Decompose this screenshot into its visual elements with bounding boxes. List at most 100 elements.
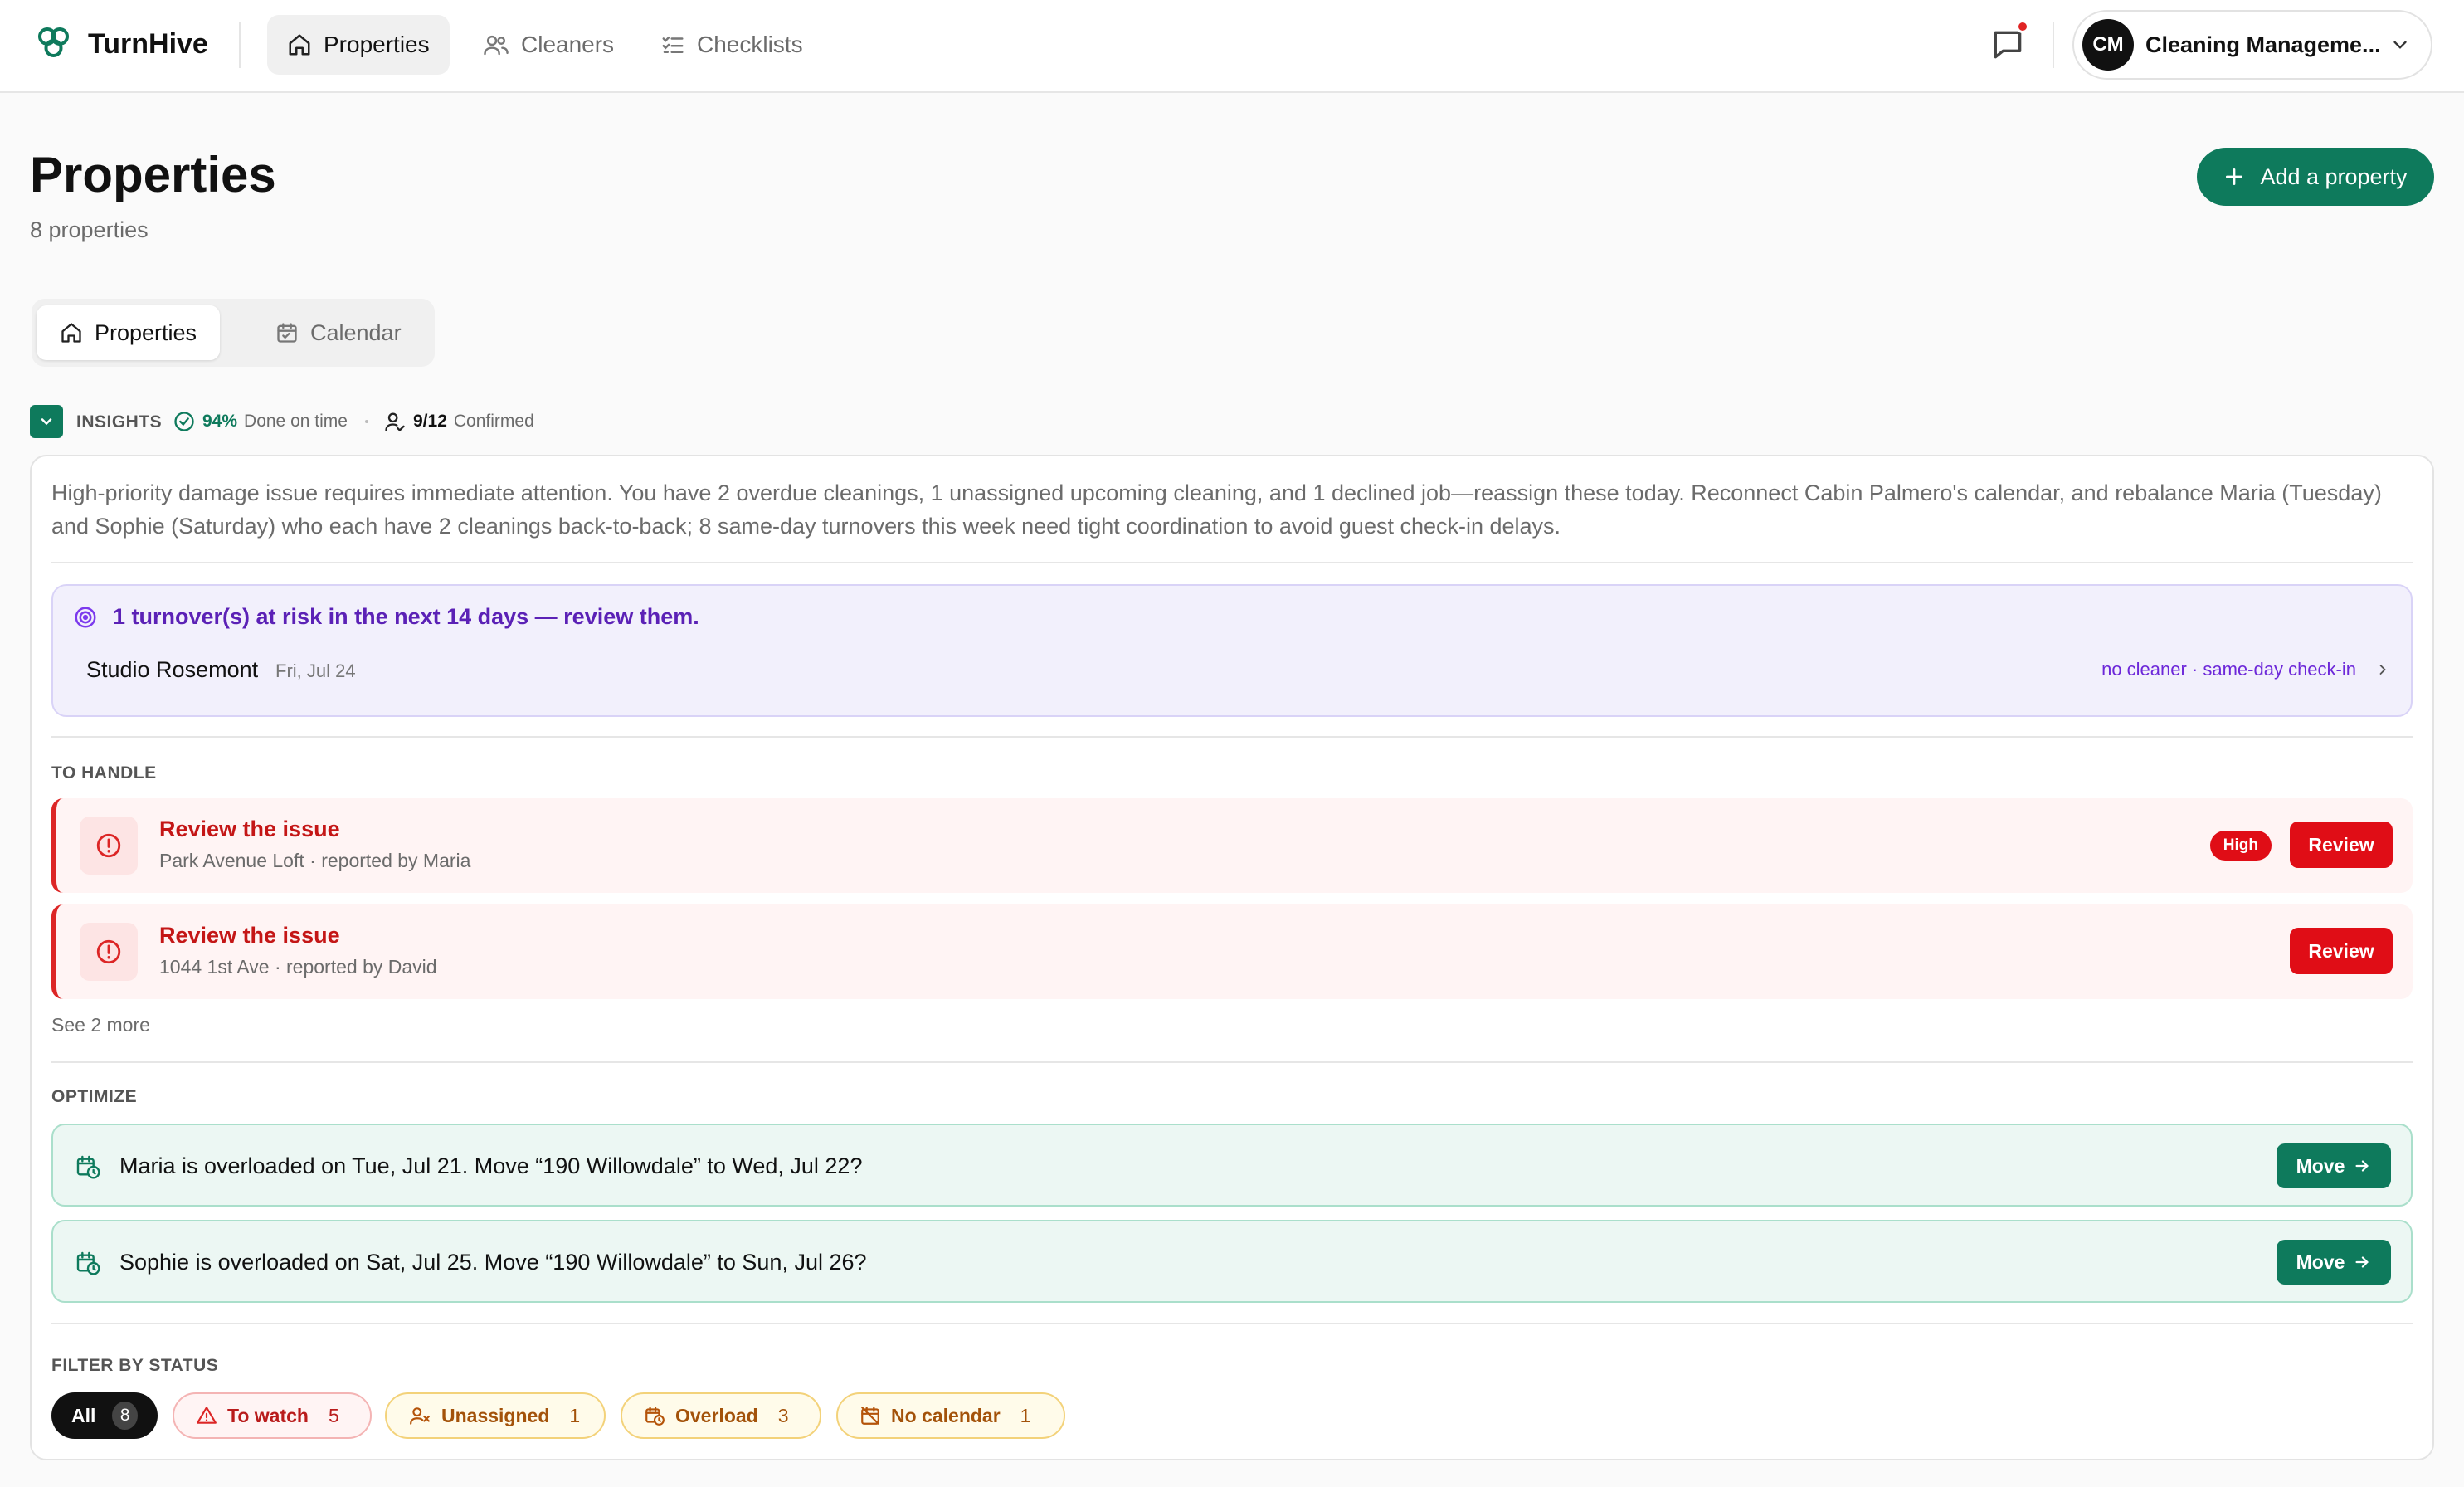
alert-circle-icon — [80, 817, 138, 875]
risk-tags-text: no cleaner · same-day check-in — [2101, 659, 2356, 680]
optimize-suggestion: Sophie is overloaded on Sat, Jul 25. Mov… — [51, 1220, 2413, 1303]
optimize-label: OPTIMIZE — [51, 1087, 138, 1106]
check-circle-icon — [173, 410, 202, 433]
confirmed-value: 9/12 — [413, 412, 447, 431]
filter-chip-to-watch[interactable]: To watch 5 — [173, 1392, 372, 1439]
filter-chip-no-calendar[interactable]: No calendar 1 — [836, 1392, 1065, 1439]
divider — [51, 736, 2413, 738]
chip-count: 3 — [777, 1404, 789, 1426]
account-name: Cleaning Manageme... — [2145, 32, 2381, 57]
nav-properties[interactable]: Properties — [267, 15, 450, 75]
divider — [51, 1061, 2413, 1063]
divider — [2053, 22, 2054, 68]
calendar-clock-icon — [75, 1153, 101, 1180]
add-property-label: Add a property — [2260, 163, 2408, 189]
divider — [51, 562, 2413, 563]
tab-label: Calendar — [310, 319, 402, 345]
divider — [239, 22, 241, 68]
chip-label: No calendar — [891, 1404, 1001, 1426]
turnhive-logo-icon — [33, 23, 75, 65]
chip-count: 1 — [1020, 1404, 1031, 1426]
alert-circle-icon — [80, 923, 138, 981]
review-button[interactable]: Review — [2290, 822, 2393, 868]
notification-dot — [2016, 20, 2029, 33]
optimize-text: Maria is overloaded on Tue, Jul 21. Move… — [119, 1153, 863, 1178]
divider-dot — [365, 420, 368, 423]
on-time-stat: 94% Done on time — [173, 410, 348, 433]
priority-badge: High — [2209, 831, 2272, 861]
checklist-icon — [660, 32, 697, 57]
nav-checklists[interactable]: Checklists — [640, 15, 823, 75]
confirmed-stat: 9/12 Confirmed — [383, 410, 534, 433]
insights-summary: High-priority damage issue requires imme… — [51, 480, 2382, 539]
view-toggle: Properties Calendar — [32, 299, 435, 367]
filter-label: FILTER BY STATUS — [51, 1356, 219, 1375]
task-item[interactable]: Review the issue 1044 1st Ave · reported… — [51, 904, 2413, 999]
risk-headline-text: 1 turnover(s) at risk in the next 14 day… — [113, 604, 699, 629]
home-icon — [60, 321, 95, 344]
top-bar: TurnHive Properties Cleaners Checklists … — [0, 0, 2464, 93]
users-icon — [483, 32, 521, 57]
divider — [51, 1323, 2413, 1324]
nav-label: Cleaners — [521, 32, 615, 57]
risk-date: Fri, Jul 24 — [275, 661, 356, 681]
nav-label: Properties — [324, 32, 430, 57]
app-logo[interactable]: TurnHive — [33, 23, 208, 65]
tab-label: Properties — [95, 319, 197, 345]
on-time-label: Done on time — [244, 412, 348, 431]
confirmed-label: Confirmed — [453, 412, 534, 431]
optimize-suggestion: Maria is overloaded on Tue, Jul 21. Move… — [51, 1124, 2413, 1207]
to-handle-label: TO HANDLE — [51, 763, 157, 783]
plus-icon — [2223, 166, 2260, 188]
filter-chip-overload[interactable]: Overload 3 — [621, 1392, 821, 1439]
calendar-icon — [275, 321, 310, 344]
filter-chip-unassigned[interactable]: Unassigned 1 — [385, 1392, 606, 1439]
task-item[interactable]: Review the issue Park Avenue Loft · repo… — [51, 798, 2413, 893]
arrow-right-icon — [2345, 1157, 2371, 1175]
arrow-right-icon — [2345, 1253, 2371, 1271]
chip-label: All — [71, 1404, 96, 1426]
task-subtitle: 1044 1st Ave · reported by David — [159, 956, 437, 978]
app-name: TurnHive — [88, 27, 208, 60]
chip-count: 1 — [569, 1404, 581, 1426]
on-time-value: 94% — [202, 412, 238, 431]
insights-collapse-toggle[interactable] — [30, 405, 63, 438]
avatar: CM — [2082, 19, 2134, 71]
user-check-icon — [383, 410, 413, 433]
risk-headline: 1 turnover(s) at risk in the next 14 day… — [73, 604, 699, 630]
move-button[interactable]: Move — [2277, 1143, 2391, 1188]
task-title: Review the issue — [159, 923, 340, 948]
chip-label: Unassigned — [441, 1404, 550, 1426]
risk-tags[interactable]: no cleaner · same-day check-in — [2101, 659, 2391, 680]
task-subtitle: Park Avenue Loft · reported by Maria — [159, 850, 471, 871]
optimize-text: Sophie is overloaded on Sat, Jul 25. Mov… — [119, 1250, 867, 1275]
tab-calendar[interactable]: Calendar — [252, 305, 425, 360]
review-button[interactable]: Review — [2290, 928, 2393, 974]
insights-label: INSIGHTS — [76, 412, 163, 431]
chevron-right-icon — [2356, 661, 2391, 678]
nav-cleaners[interactable]: Cleaners — [463, 15, 634, 75]
user-x-icon — [408, 1405, 441, 1426]
filter-chip-all[interactable]: All 8 — [51, 1392, 158, 1439]
nav-label: Checklists — [697, 32, 803, 57]
page-subtitle: 8 properties — [30, 217, 149, 242]
chip-label: Overload — [675, 1404, 758, 1426]
page-title: Properties — [30, 147, 276, 202]
target-icon — [73, 605, 113, 630]
account-menu[interactable]: CM Cleaning Manageme... — [2072, 10, 2432, 80]
home-icon — [287, 32, 324, 57]
chevron-down-icon — [38, 413, 55, 430]
task-title: Review the issue — [159, 817, 340, 841]
chip-count: 5 — [328, 1404, 339, 1426]
move-label: Move — [2296, 1251, 2345, 1273]
chevron-down-icon — [2384, 34, 2411, 56]
calendar-off-icon — [859, 1405, 891, 1426]
chip-count: 8 — [112, 1402, 138, 1430]
chip-label: To watch — [227, 1404, 309, 1426]
see-more-link[interactable]: See 2 more — [51, 1014, 150, 1036]
move-label: Move — [2296, 1154, 2345, 1177]
add-property-button[interactable]: Add a property — [2197, 148, 2434, 206]
risk-property-link[interactable]: Studio Rosemont — [86, 657, 258, 683]
tab-properties[interactable]: Properties — [37, 305, 221, 360]
move-button[interactable]: Move — [2277, 1240, 2391, 1285]
